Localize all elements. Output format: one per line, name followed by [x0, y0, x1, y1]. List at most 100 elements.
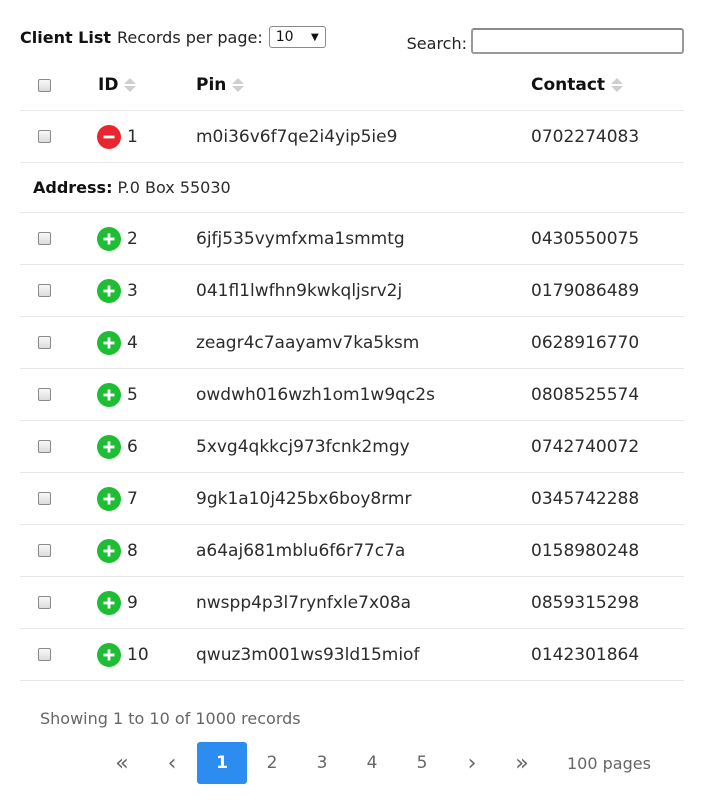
plus-circle-icon[interactable]: [97, 330, 121, 355]
chevron-down-icon: ▼: [311, 31, 319, 43]
header-contact-cell[interactable]: Contact: [531, 75, 684, 95]
search-input[interactable]: [471, 28, 684, 54]
row-checkbox-cell: [20, 232, 98, 245]
row-id: 4: [127, 332, 138, 353]
pin-cell: 5xvg4qkkcj973fcnk2mgy: [196, 437, 531, 457]
plus-circle-icon[interactable]: [97, 590, 121, 615]
row-detail: Address: P.0 Box 55030: [20, 163, 684, 213]
row-checkbox-cell: [20, 130, 98, 143]
sort-icon[interactable]: [611, 78, 624, 92]
row-checkbox[interactable]: [38, 492, 51, 505]
row-contact: 0430550075: [531, 228, 640, 249]
id-cell: 1: [97, 124, 196, 149]
client-table: ID Pin Contact 1 m0i36v6f7qe2i4yip5ie9 070…: [20, 60, 684, 681]
table-row: 4 zeagr4c7aayamv7ka5ksm 0628916770: [20, 317, 684, 369]
row-id: 2: [127, 228, 138, 249]
table-body: 1 m0i36v6f7qe2i4yip5ie9 0702274083 Address:…: [20, 111, 684, 681]
pages-count: 100 pages: [567, 753, 651, 773]
row-id: 9: [127, 592, 138, 613]
column-header-id: ID: [98, 75, 119, 95]
header-pin-cell[interactable]: Pin: [196, 75, 531, 95]
row-id: 1: [127, 126, 138, 147]
row-checkbox[interactable]: [38, 336, 51, 349]
row-checkbox[interactable]: [38, 284, 51, 297]
plus-circle-icon[interactable]: [97, 486, 121, 511]
records-per-page-value: 10: [275, 29, 294, 45]
row-checkbox[interactable]: [38, 596, 51, 609]
pin-cell: nwspp4p3l7rynfxle7x08a: [196, 593, 531, 613]
row-contact: 0702274083: [531, 126, 640, 147]
contact-cell: 0702274083: [531, 127, 684, 147]
plus-circle-icon[interactable]: [97, 382, 121, 407]
records-per-page-label: Records per page:: [117, 27, 263, 47]
row-contact: 0859315298: [531, 592, 640, 613]
plus-circle-icon[interactable]: [97, 538, 121, 563]
row-checkbox[interactable]: [38, 544, 51, 557]
page-button-4[interactable]: 4: [347, 742, 397, 784]
row-pin: zeagr4c7aayamv7ka5ksm: [196, 332, 420, 353]
pin-cell: zeagr4c7aayamv7ka5ksm: [196, 333, 531, 353]
sort-icon[interactable]: [232, 78, 245, 92]
row-checkbox[interactable]: [38, 648, 51, 661]
row-id: 3: [127, 280, 138, 301]
pin-cell: owdwh016wzh1om1w9qc2s: [196, 385, 531, 405]
address-label: Address:: [33, 178, 113, 197]
contact-cell: 0179086489: [531, 281, 684, 301]
row-checkbox[interactable]: [38, 130, 51, 143]
row-pin: owdwh016wzh1om1w9qc2s: [196, 384, 435, 405]
page-button-5[interactable]: 5: [397, 742, 447, 784]
row-checkbox[interactable]: [38, 232, 51, 245]
plus-circle-icon[interactable]: [97, 642, 121, 667]
page-button-1[interactable]: 1: [197, 742, 247, 784]
row-checkbox-cell: [20, 492, 98, 505]
last-page-button[interactable]: »: [497, 742, 547, 784]
header-id-cell[interactable]: ID: [98, 75, 196, 95]
row-checkbox-cell: [20, 388, 98, 401]
page-number-buttons: 12345: [197, 742, 447, 784]
column-header-contact: Contact: [531, 75, 606, 95]
row-id: 8: [127, 540, 138, 561]
id-cell: 10: [97, 642, 196, 667]
table-row: 8 a64aj681mblu6f6r77c7a 0158980248: [20, 525, 684, 577]
id-cell: 5: [97, 382, 196, 407]
contact-cell: 0808525574: [531, 385, 684, 405]
row-checkbox[interactable]: [38, 388, 51, 401]
select-all-checkbox[interactable]: [38, 78, 51, 92]
pin-cell: 6jfj535vymfxma1smmtg: [196, 229, 531, 249]
table-row: 9 nwspp4p3l7rynfxle7x08a 0859315298: [20, 577, 684, 629]
row-contact: 0158980248: [531, 540, 640, 561]
row-pin: 9gk1a10j425bx6boy8rmr: [196, 488, 412, 509]
id-cell: 3: [97, 278, 196, 303]
records-per-page-select[interactable]: 10 ▼: [268, 26, 326, 48]
pin-cell: qwuz3m001ws93ld15miof: [196, 645, 531, 665]
row-checkbox[interactable]: [38, 440, 51, 453]
contact-cell: 0142301864: [531, 645, 684, 665]
row-checkbox-cell: [20, 648, 98, 661]
row-checkbox-cell: [20, 284, 98, 297]
plus-circle-icon[interactable]: [97, 226, 121, 251]
page-button-3[interactable]: 3: [297, 742, 347, 784]
page-button-2[interactable]: 2: [247, 742, 297, 784]
id-cell: 7: [97, 486, 196, 511]
first-page-button[interactable]: «: [97, 742, 147, 784]
contact-cell: 0345742288: [531, 489, 684, 509]
row-contact: 0179086489: [531, 280, 640, 301]
row-pin: 041fl1lwfhn9kwkqljsrv2j: [196, 280, 403, 301]
contact-cell: 0628916770: [531, 333, 684, 353]
minus-circle-icon[interactable]: [97, 124, 121, 149]
previous-page-button[interactable]: ‹: [147, 742, 197, 784]
row-contact: 0345742288: [531, 488, 640, 509]
table-row: 3 041fl1lwfhn9kwkqljsrv2j 0179086489: [20, 265, 684, 317]
plus-circle-icon[interactable]: [97, 278, 121, 303]
row-pin: m0i36v6f7qe2i4yip5ie9: [196, 126, 398, 147]
row-contact: 0808525574: [531, 384, 640, 405]
header-left: Client List Records per page: 10 ▼: [20, 26, 326, 48]
plus-circle-icon[interactable]: [97, 434, 121, 459]
next-page-button[interactable]: ›: [447, 742, 497, 784]
contact-cell: 0742740072: [531, 437, 684, 457]
row-id: 10: [127, 644, 149, 665]
sort-icon[interactable]: [124, 78, 137, 92]
row-checkbox-cell: [20, 336, 98, 349]
header-checkbox-cell: [20, 78, 98, 92]
id-cell: 6: [97, 434, 196, 459]
